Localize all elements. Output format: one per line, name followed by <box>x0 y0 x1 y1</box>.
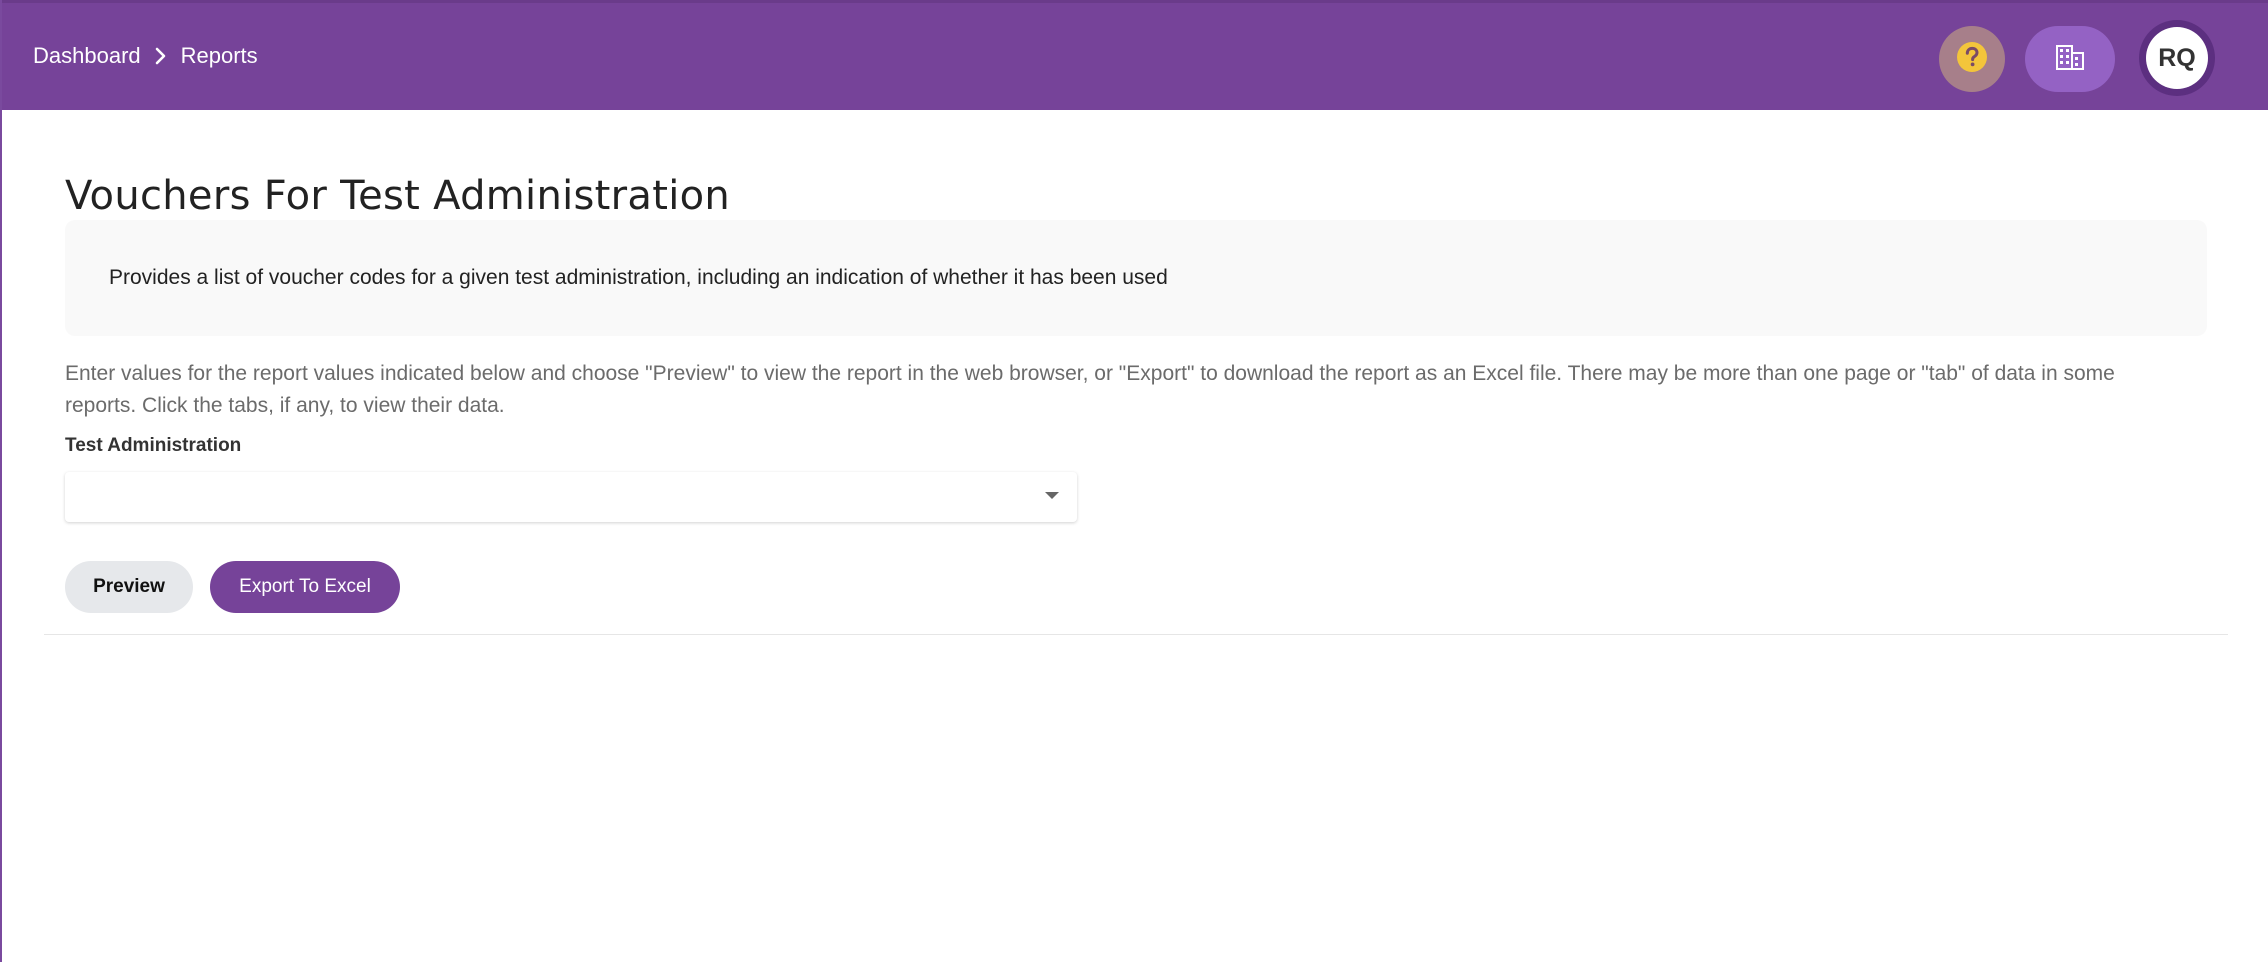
organization-button[interactable] <box>2025 26 2115 92</box>
test-administration-select[interactable] <box>65 472 1077 522</box>
avatar-initials: RQ <box>2146 27 2208 89</box>
export-to-excel-button[interactable]: Export To Excel <box>210 561 400 613</box>
caret-down-icon <box>1045 492 1059 499</box>
page: Dashboard Reports RQ Vouchers For Test A… <box>0 0 2268 962</box>
divider <box>44 634 2228 635</box>
question-icon <box>1955 40 1989 79</box>
top-bar: Dashboard Reports RQ <box>2 0 2268 110</box>
test-administration-label: Test Administration <box>65 435 242 456</box>
page-title: Vouchers For Test Administration <box>65 172 731 219</box>
breadcrumb-dashboard[interactable]: Dashboard <box>33 43 141 69</box>
preview-button[interactable]: Preview <box>65 561 193 613</box>
report-description: Provides a list of voucher codes for a g… <box>109 266 1168 289</box>
help-button[interactable] <box>1939 26 2005 92</box>
breadcrumb: Dashboard Reports <box>33 43 258 69</box>
building-icon <box>2056 44 2084 75</box>
user-avatar[interactable]: RQ <box>2139 20 2215 96</box>
breadcrumb-reports[interactable]: Reports <box>181 43 258 69</box>
chevron-right-icon <box>153 45 169 67</box>
report-description-box: Provides a list of voucher codes for a g… <box>65 220 2207 336</box>
report-instructions: Enter values for the report values indic… <box>65 362 2115 417</box>
